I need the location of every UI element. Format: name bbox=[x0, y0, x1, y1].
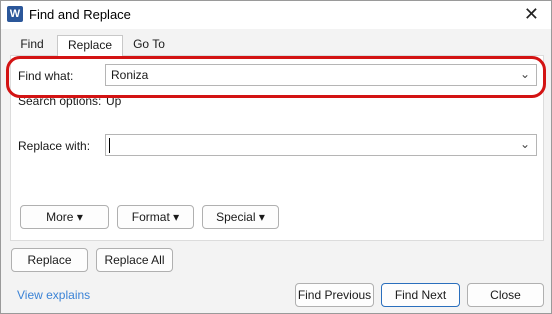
text-caret bbox=[109, 138, 110, 153]
tab-goto-label: Go To bbox=[133, 37, 165, 51]
tab-find-label: Find bbox=[20, 37, 44, 51]
chevron-down-icon[interactable]: ⌄ bbox=[520, 137, 530, 151]
dropdown-arrow-icon: ▾ bbox=[173, 210, 180, 224]
word-app-icon: W bbox=[7, 6, 23, 22]
dropdown-arrow-icon: ▾ bbox=[258, 210, 265, 224]
close-window-icon[interactable]: ✕ bbox=[524, 3, 539, 25]
tab-replace-label: Replace bbox=[67, 38, 113, 52]
replace-with-label: Replace with: bbox=[18, 139, 91, 153]
find-replace-dialog: W Find and Replace ✕ Find Replace Go To … bbox=[0, 0, 552, 314]
double-chevron-down-icon: ▾ bbox=[76, 210, 83, 224]
tab-goto[interactable]: Go To bbox=[125, 35, 173, 54]
special-button[interactable]: Special ▾ bbox=[202, 205, 279, 229]
replace-with-field[interactable]: ⌄ bbox=[105, 134, 537, 156]
view-explains-link[interactable]: View explains bbox=[17, 288, 90, 302]
find-previous-button[interactable]: Find Previous bbox=[295, 283, 374, 307]
find-next-button[interactable]: Find Next bbox=[381, 283, 460, 307]
format-button-label: Format bbox=[131, 210, 170, 224]
replace-all-button[interactable]: Replace All bbox=[96, 248, 173, 272]
special-button-label: Special bbox=[216, 210, 256, 224]
tab-replace[interactable]: Replace bbox=[57, 35, 123, 56]
tab-find[interactable]: Find bbox=[13, 35, 51, 54]
find-what-highlight bbox=[6, 56, 546, 98]
dialog-title: Find and Replace bbox=[29, 7, 131, 22]
title-bar: W Find and Replace ✕ bbox=[1, 1, 551, 29]
replace-button[interactable]: Replace bbox=[11, 248, 88, 272]
more-button[interactable]: More ▾ bbox=[20, 205, 109, 229]
more-button-label: More bbox=[46, 210, 74, 224]
close-button[interactable]: Close bbox=[467, 283, 544, 307]
format-button[interactable]: Format ▾ bbox=[117, 205, 194, 229]
